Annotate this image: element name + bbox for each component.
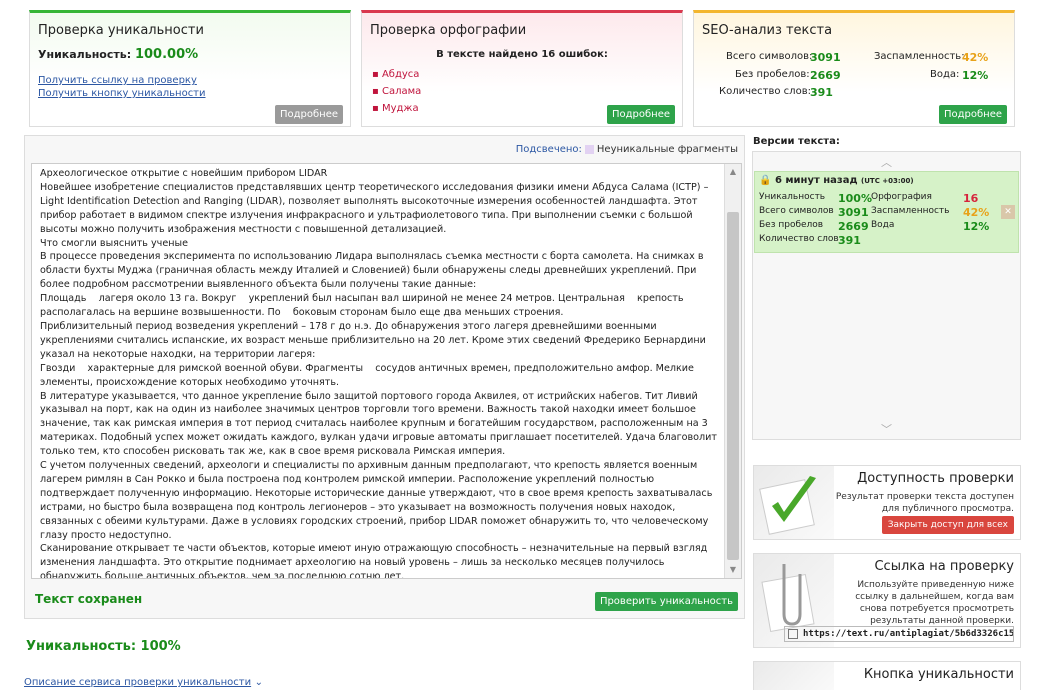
version-chars-label: Всего символов (759, 206, 834, 216)
version-water-value: 12% (963, 220, 990, 233)
chevron-up-icon[interactable]: ︿ (753, 154, 1020, 170)
scroll-down-icon[interactable]: ▼ (725, 562, 741, 578)
seo-card-title: SEO-анализ текста (702, 23, 833, 38)
check-url-value[interactable]: https://text.ru/antiplagiat/5b6d3326c15a (803, 629, 1013, 639)
link-promo: Ссылка на проверку Используйте приведенн… (753, 553, 1021, 648)
version-spell-label: Орфография (871, 192, 932, 202)
uniqueness-more-button[interactable]: Подробнее (274, 105, 343, 124)
seo-chars-value: 3091 (810, 51, 841, 64)
uniqueness-button-promo-title: Кнопка уникальности (863, 667, 1014, 682)
spelling-card-title: Проверка орфографии (370, 23, 527, 38)
version-spam-label: Заспамленность (871, 206, 950, 216)
delete-version-icon[interactable]: ✕ (1001, 205, 1015, 219)
versions-panel: ︿ 🔒 6 минут назад (UTC +03:00) Уникально… (752, 151, 1021, 440)
check-uniqueness-button[interactable]: Проверить уникальность (594, 592, 738, 611)
seo-more-button[interactable]: Подробнее (938, 105, 1007, 124)
version-words-label: Количество слов (759, 234, 839, 244)
uniqueness-label: Уникальность: (38, 48, 132, 61)
seo-water-row: Вода: 12% (930, 69, 988, 82)
highlight-legend: Подсвечено: Неуникальные фрагменты (516, 144, 738, 155)
uniqueness-result: Уникальность: 100% (26, 639, 181, 654)
check-url-field[interactable]: https://text.ru/antiplagiat/5b6d3326c15a (784, 626, 1014, 642)
seo-water-value: 12% (962, 69, 989, 82)
text-editor-panel: Подсвечено: Неуникальные фрагменты Археол… (24, 135, 745, 619)
version-water-label: Вода (871, 220, 895, 230)
spelling-error-item[interactable]: Салама (372, 86, 421, 103)
version-uniq-value: 100% (838, 192, 872, 205)
version-nospace-row: Без пробелов 2669 (759, 220, 869, 233)
chevron-down-icon[interactable]: ﹀ (753, 421, 1020, 437)
access-promo-text: Результат проверки текста доступен для п… (835, 492, 1014, 514)
seo-nospace-row: Без пробелов: 2669 (735, 69, 841, 82)
seo-nospace-label: Без пробелов: (735, 69, 810, 80)
version-chars-value: 3091 (838, 206, 869, 219)
service-description-link-text[interactable]: Описание сервиса проверки уникальности (24, 677, 251, 688)
highlight-legend-text: Неуникальные фрагменты (596, 144, 738, 155)
access-promo: Доступность проверки Результат проверки … (753, 465, 1021, 540)
version-time-text: 6 минут назад (774, 175, 858, 186)
seo-chars-row: Всего символов: 3091 (726, 51, 841, 64)
get-check-link[interactable]: Получить ссылку на проверку (38, 75, 197, 86)
version-nospace-label: Без пробелов (759, 220, 824, 230)
link-promo-text: Используйте приведенную ниже ссылку в да… (855, 580, 1014, 626)
version-item[interactable]: 🔒 6 минут назад (UTC +03:00) Уникальност… (754, 171, 1019, 253)
close-access-button[interactable]: Закрыть доступ для всех (881, 516, 1014, 534)
access-promo-title: Доступность проверки (857, 471, 1014, 486)
version-uniq-label: Уникальность (759, 192, 826, 202)
version-uniq-row: Уникальность 100% (759, 192, 872, 205)
seo-words-row: Количество слов: 391 (719, 86, 833, 99)
spelling-error-list: Абдуса Салама Муджа (372, 69, 421, 120)
seo-card: SEO-анализ текста Всего символов: 3091 Б… (693, 10, 1015, 127)
uniqueness-card: Проверка уникальности Уникальность: 100.… (29, 10, 351, 127)
badge-icon (754, 662, 834, 690)
seo-water-label: Вода: (930, 69, 960, 80)
service-description-link[interactable]: Описание сервиса проверки уникальности ⌄ (24, 675, 263, 688)
text-content[interactable]: Археологическое открытие с новейшим приб… (32, 164, 741, 578)
seo-spam-value: 42% (962, 51, 989, 64)
seo-chars-label: Всего символов: (726, 51, 813, 62)
copy-icon[interactable] (788, 629, 798, 639)
version-spam-value: 42% (963, 206, 990, 219)
version-spam-row: Заспамленность 42% (871, 206, 989, 219)
scroll-thumb[interactable] (727, 212, 739, 560)
spelling-summary: В тексте найдено 16 ошибок: (436, 49, 608, 60)
spelling-more-button[interactable]: Подробнее (606, 105, 675, 124)
text-scrollbar[interactable]: ▲ ▼ (724, 164, 741, 578)
version-words-row: Количество слов 391 (759, 234, 861, 247)
lock-icon: 🔒 (759, 175, 772, 186)
version-spell-row: Орфография 16 (871, 192, 978, 205)
double-chevron-down-icon[interactable]: ⌄ (255, 677, 263, 688)
version-chars-row: Всего символов 3091 (759, 206, 869, 219)
uniqueness-card-title: Проверка уникальности (38, 23, 204, 38)
uniqueness-button-promo: Кнопка уникальности (753, 661, 1021, 690)
uniqueness-value: 100.00% (134, 47, 199, 62)
saved-status: Текст сохранен (35, 592, 143, 606)
seo-words-label: Количество слов: (719, 86, 811, 97)
spelling-error-item[interactable]: Муджа (372, 103, 421, 120)
highlight-legend-prefix: Подсвечено: (515, 144, 582, 155)
scroll-up-icon[interactable]: ▲ (725, 164, 741, 180)
seo-spam-label: Заспамленность: (874, 51, 965, 62)
text-area[interactable]: Археологическое открытие с новейшим приб… (31, 163, 742, 579)
spelling-error-item[interactable]: Абдуса (372, 69, 421, 86)
versions-title: Версии текста: (753, 136, 840, 147)
uniqueness-value-line: Уникальность: 100.00% (38, 47, 198, 62)
seo-spam-row: Заспамленность: 42% (874, 51, 988, 64)
version-spell-value: 16 (963, 192, 979, 205)
non-unique-swatch (584, 144, 594, 154)
seo-words-value: 391 (810, 86, 833, 99)
version-water-row: Вода 12% (871, 220, 989, 233)
get-uniqueness-button-link[interactable]: Получить кнопку уникальности (38, 88, 206, 99)
seo-nospace-value: 2669 (810, 69, 841, 82)
version-time: 🔒 6 минут назад (UTC +03:00) (759, 175, 914, 186)
version-words-value: 391 (838, 234, 861, 247)
checkmark-document-icon (754, 466, 834, 539)
link-promo-title: Ссылка на проверку (874, 559, 1014, 574)
version-timezone: (UTC +03:00) (861, 177, 914, 185)
spelling-card: Проверка орфографии В тексте найдено 16 … (361, 10, 683, 127)
version-nospace-value: 2669 (838, 220, 869, 233)
